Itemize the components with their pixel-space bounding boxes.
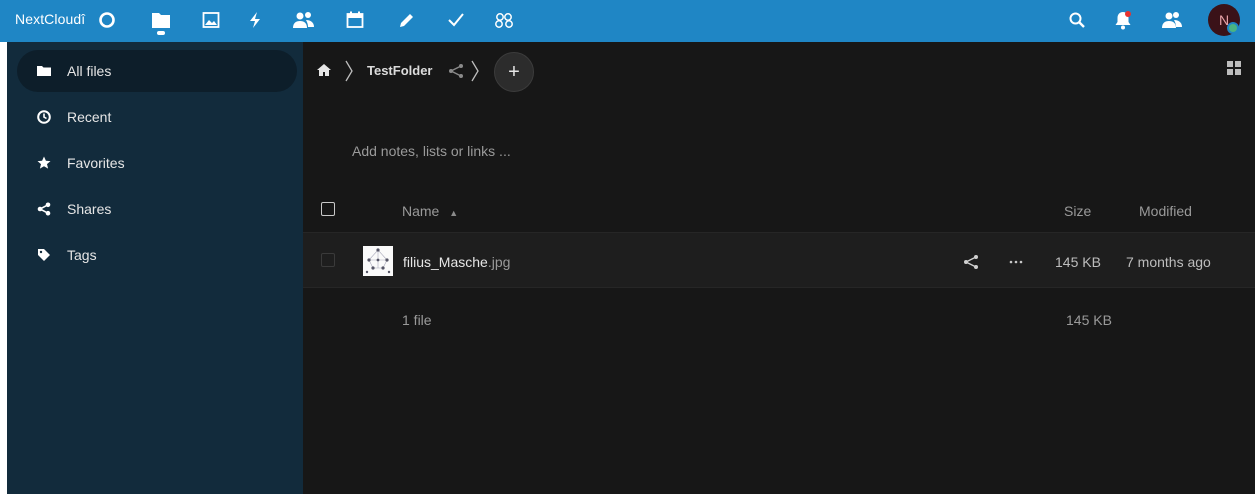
select-all-checkbox[interactable] bbox=[321, 202, 335, 216]
window: NextCloudî N All files Recent Favorites … bbox=[0, 0, 1255, 494]
file-name[interactable]: filius_Masche.jpg bbox=[403, 254, 510, 270]
share-icon[interactable] bbox=[963, 254, 979, 270]
breadcrumb-separator-icon bbox=[345, 60, 353, 82]
notifications-bell-icon[interactable] bbox=[1111, 8, 1135, 32]
top-header: NextCloudî N bbox=[0, 0, 1255, 42]
breadcrumb-folder[interactable]: TestFolder bbox=[367, 63, 433, 78]
sidebar-item-label: All files bbox=[67, 63, 112, 79]
calendar-icon[interactable] bbox=[343, 8, 367, 32]
circles-icon[interactable] bbox=[492, 8, 516, 32]
image-thumbnail-icon bbox=[363, 246, 393, 276]
breadcrumb: TestFolder + bbox=[303, 42, 1255, 100]
sidebar-item-tags[interactable]: Tags bbox=[17, 234, 297, 276]
table-row[interactable]: filius_Masche.jpg 145 KB 7 months ago bbox=[303, 232, 1255, 288]
column-header-name[interactable]: Name ▲ bbox=[402, 203, 458, 219]
breadcrumb-separator-icon bbox=[471, 60, 479, 82]
tag-icon bbox=[37, 248, 51, 262]
tasks-icon[interactable] bbox=[444, 8, 468, 32]
add-new-button[interactable]: + bbox=[494, 52, 534, 92]
dashboard-icon[interactable] bbox=[95, 8, 119, 32]
navigation-sidebar: All files Recent Favorites Shares Tags bbox=[7, 42, 303, 494]
sidebar-item-recent[interactable]: Recent bbox=[17, 96, 297, 138]
sidebar-item-label: Favorites bbox=[67, 155, 125, 171]
star-icon bbox=[37, 156, 51, 170]
file-modified: 7 months ago bbox=[1126, 254, 1211, 270]
file-basename: filius_Masche bbox=[403, 254, 488, 270]
active-app-indicator bbox=[157, 31, 165, 35]
sidebar-item-favorites[interactable]: Favorites bbox=[17, 142, 297, 184]
home-icon[interactable] bbox=[316, 62, 332, 78]
summary-file-count: 1 file bbox=[402, 312, 432, 328]
files-icon[interactable] bbox=[149, 8, 173, 32]
sidebar-item-label: Recent bbox=[67, 109, 112, 125]
file-thumbnail bbox=[363, 246, 393, 276]
table-header: Name ▲ Size Modified bbox=[303, 188, 1255, 232]
contacts-icon[interactable] bbox=[292, 8, 316, 32]
contacts-menu-icon[interactable] bbox=[1160, 8, 1184, 32]
notes-icon[interactable] bbox=[395, 8, 419, 32]
share-icon[interactable] bbox=[448, 63, 464, 79]
grid-view-icon[interactable] bbox=[1227, 61, 1243, 77]
sidebar-item-label: Tags bbox=[67, 247, 97, 263]
clock-icon bbox=[37, 110, 51, 124]
app-content: All files Recent Favorites Shares Tags T… bbox=[7, 42, 1255, 494]
sidebar-item-label: Shares bbox=[67, 201, 112, 217]
row-select-checkbox[interactable] bbox=[321, 253, 335, 267]
sidebar-item-shares[interactable]: Shares bbox=[17, 188, 297, 230]
summary-total-size: 145 KB bbox=[1066, 312, 1112, 328]
online-status-indicator bbox=[1227, 22, 1239, 34]
search-icon[interactable] bbox=[1065, 8, 1089, 32]
folder-icon bbox=[37, 64, 51, 78]
sidebar-item-all-files[interactable]: All files bbox=[17, 50, 297, 92]
brand-logo[interactable]: NextCloudî bbox=[15, 11, 85, 27]
files-main-panel: TestFolder + Add notes, lists or links .… bbox=[303, 42, 1255, 494]
sort-asc-icon: ▲ bbox=[449, 208, 459, 218]
rich-workspace-placeholder[interactable]: Add notes, lists or links ... bbox=[352, 143, 511, 159]
more-actions-icon[interactable] bbox=[1008, 253, 1028, 269]
share-icon bbox=[37, 202, 51, 216]
activity-icon[interactable] bbox=[243, 8, 267, 32]
file-extension: .jpg bbox=[487, 254, 511, 270]
column-header-modified[interactable]: Modified bbox=[1139, 203, 1192, 219]
column-header-size[interactable]: Size bbox=[1064, 203, 1091, 219]
photos-icon[interactable] bbox=[199, 8, 223, 32]
file-size: 145 KB bbox=[1055, 254, 1101, 270]
